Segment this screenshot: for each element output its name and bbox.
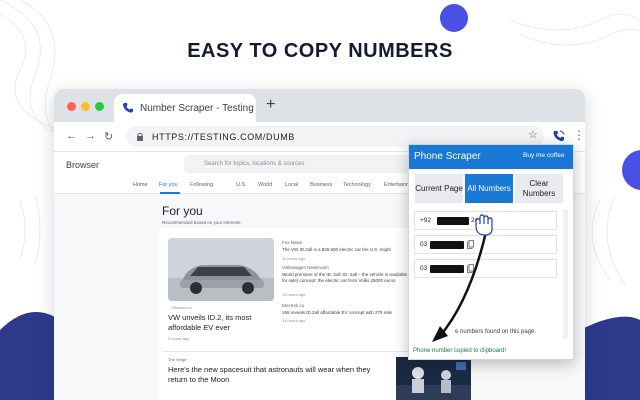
lock-icon: [137, 132, 143, 141]
phone-scraper-popup: Phone Scraper Buy me coffee Current Page…: [408, 144, 574, 360]
maximize-window-button[interactable]: [95, 102, 104, 111]
bookmark-star-icon[interactable]: ☆: [528, 128, 538, 141]
tab-bar: Number Scraper - Testing +: [54, 89, 585, 122]
buy-coffee-link[interactable]: Buy me coffee: [523, 152, 564, 159]
tab-all-numbers[interactable]: All Numbers: [465, 174, 513, 203]
nav-active-underline: [160, 192, 180, 194]
nav-item-us[interactable]: U.S.: [236, 182, 247, 188]
copy-icon[interactable]: [467, 264, 474, 273]
side-story-meta: 14 hours ago: [282, 318, 306, 323]
side-story-meta: 15 hours ago: [282, 292, 306, 297]
number-row[interactable]: 03: [414, 235, 557, 254]
browser-tab[interactable]: Number Scraper - Testing: [114, 94, 256, 122]
main-story-meta: 9 hours ago: [168, 336, 190, 341]
tab-current-page[interactable]: Current Page: [415, 174, 463, 203]
new-tab-button[interactable]: +: [266, 96, 275, 114]
back-icon[interactable]: ←: [66, 130, 77, 142]
side-story-source: Volkswagen Newsroom: [282, 265, 329, 270]
minimize-window-button[interactable]: [81, 102, 90, 111]
second-story-headline[interactable]: Here's the new spacesuit that astronauts…: [168, 365, 388, 385]
headline: EASY TO COPY NUMBERS: [187, 40, 453, 62]
side-story-text[interactable]: VW reveals ID.2all affordable EV concept…: [282, 310, 412, 316]
side-story-text[interactable]: The VW ID.2all is a $26,500 electric car…: [282, 247, 412, 253]
copied-confirmation: Phone number copied to clipboard!: [413, 348, 507, 354]
redacted-number: [430, 265, 464, 273]
section-subtitle: Recommended based on your interests: [162, 220, 241, 225]
second-story-source: The Verge: [168, 357, 187, 362]
tab-title: Number Scraper - Testing: [140, 102, 254, 114]
nav-item-entertainment[interactable]: Entertainm: [384, 182, 411, 188]
side-story-source: Electrek.co: [282, 303, 305, 308]
spacesuit-image[interactable]: [396, 357, 471, 400]
address-text: HTTPS://TESTING.COM/DUMB: [152, 131, 295, 142]
number-prefix: 03: [420, 265, 428, 272]
decor-dot: [440, 4, 468, 32]
side-story-text[interactable]: World premiere of the ID. 2all: ID. 2all…: [282, 272, 412, 284]
side-story-meta: 11 hours ago: [282, 256, 306, 261]
number-prefix: 03: [420, 241, 428, 248]
news-brand: Browser: [66, 160, 100, 170]
popup-header: Phone Scraper Buy me coffee: [409, 145, 573, 169]
side-story-source: Fox News: [282, 240, 303, 245]
forward-icon[interactable]: →: [85, 130, 96, 142]
nav-item-local[interactable]: Local: [285, 182, 298, 188]
close-window-button[interactable]: [67, 102, 76, 111]
redacted-number: [430, 241, 464, 249]
car-image[interactable]: [168, 238, 274, 301]
redacted-number: [437, 217, 469, 225]
browser-menu-icon[interactable]: ⋮: [573, 128, 585, 142]
image-caption: Electrek.co: [172, 305, 192, 310]
story-divider: [162, 351, 412, 352]
phone-icon: [123, 103, 133, 113]
copy-icon[interactable]: [467, 240, 474, 249]
number-prefix: +92: [420, 217, 432, 224]
nav-item-home[interactable]: Home: [133, 182, 148, 188]
found-numbers-text: e numbers found on this page.: [455, 329, 537, 335]
main-story-headline[interactable]: VW unveils ID.2, its most affordable EV …: [168, 313, 278, 333]
nav-item-for-you[interactable]: For you: [159, 182, 178, 188]
nav-item-following[interactable]: Following: [190, 182, 213, 188]
reload-icon[interactable]: ↻: [104, 130, 113, 143]
popup-scrollbar[interactable]: [563, 209, 568, 339]
number-row[interactable]: 03: [414, 259, 557, 278]
popup-title: Phone Scraper: [414, 151, 481, 162]
hand-cursor-icon: [475, 214, 493, 236]
news-search-input[interactable]: Search for topics, locations & sources: [184, 155, 424, 173]
section-title: For you: [162, 204, 203, 218]
tab-clear-numbers[interactable]: Clear Numbers: [515, 174, 563, 203]
phone-scraper-extension-icon[interactable]: [552, 129, 566, 143]
nav-item-business[interactable]: Business: [310, 182, 332, 188]
nav-item-world[interactable]: World: [258, 182, 272, 188]
nav-item-technology[interactable]: Technology: [343, 182, 371, 188]
